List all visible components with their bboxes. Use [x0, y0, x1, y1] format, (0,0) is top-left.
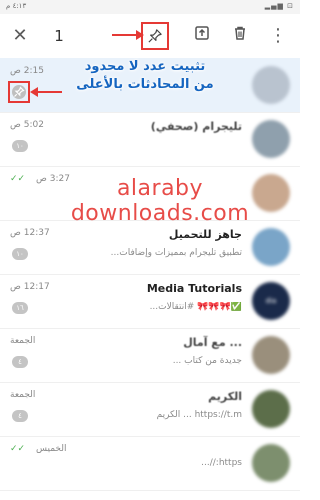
chat-row[interactable]: جاهز للتحميل تطبيق تليجرام بمميزات وإضاف…: [0, 220, 300, 275]
chat-name: تليجرام (صحفي): [150, 120, 242, 133]
more-options-icon[interactable]: ⋮: [266, 14, 290, 58]
avatar: [252, 120, 290, 158]
close-icon[interactable]: ✕: [8, 14, 32, 58]
archive-icon[interactable]: [190, 14, 214, 58]
chat-time: الجمعة: [10, 336, 36, 346]
pin-icon[interactable]: [141, 22, 169, 50]
watermark: alaraby downloads.com: [70, 176, 250, 226]
avatar: [252, 336, 290, 374]
chat-preview: ✅🎀🎀🎀 #انتقالات...: [149, 302, 242, 312]
read-checks-icon: ✓✓: [10, 174, 26, 184]
arrow-to-pinned-chat: [34, 91, 62, 93]
selection-toolbar: ✕ 1 ⋮: [0, 14, 300, 59]
chat-row[interactable]: https://... ✓✓ الخميس: [0, 436, 300, 491]
unread-badge: ٤: [12, 356, 28, 368]
chat-row[interactable]: ... مع آمال جديدة من كتاب ... الجمعة ٤: [0, 328, 300, 383]
chat-preview: تطبيق تليجرام بمميزات وإضافات...: [110, 248, 242, 258]
callout-line-1: تثبيت عدد لا محدود: [84, 59, 206, 74]
pinned-chat-icon: [8, 81, 30, 103]
chat-name: جاهز للتحميل: [168, 228, 242, 241]
delete-icon[interactable]: [228, 14, 252, 58]
annotation-callout: تثبيت عدد لا محدود من المحادثات بالأعلى: [65, 58, 225, 94]
chat-row[interactable]: الكريم https://t.m ... الكريم الجمعة ٤: [0, 382, 300, 437]
chat-name: ... مع آمال: [183, 336, 242, 349]
chat-name: Media Tutorials: [146, 282, 242, 295]
chat-preview: https://t.m ... الكريم: [156, 410, 242, 420]
chat-name: الكريم: [208, 390, 242, 403]
callout-line-2: من المحادثات بالأعلى: [76, 77, 214, 92]
read-checks-icon: ✓✓: [10, 444, 26, 454]
status-time: ٤:١٣ م: [6, 2, 27, 10]
arrow-head-icon: [30, 87, 38, 97]
chat-preview: https://...: [201, 458, 242, 468]
avatar: [252, 390, 290, 428]
unread-badge: ٤: [12, 410, 28, 422]
avatar: [252, 228, 290, 266]
chat-row[interactable]: تليجرام (صحفي) 5:02 ص ١٠: [0, 112, 300, 167]
avatar: dia: [252, 282, 290, 320]
chat-time: 5:02 ص: [10, 120, 44, 130]
status-icons: ▂▄▆ ⊡: [264, 2, 294, 10]
avatar: [252, 444, 290, 482]
unread-badge: ١٠: [12, 140, 28, 152]
chat-time: الجمعة: [10, 390, 36, 400]
chat-time: 2:15 ص: [10, 66, 44, 76]
chat-preview: جديدة من كتاب ...: [172, 356, 242, 366]
avatar: [252, 66, 290, 104]
arrow-head-icon: [136, 30, 144, 40]
chat-time: 12:17 ص: [10, 282, 50, 292]
status-bar: ٤:١٣ م ▂▄▆ ⊡: [0, 0, 300, 14]
unread-badge: ١٠: [12, 248, 28, 260]
arrow-to-pin-button: [112, 34, 138, 36]
chat-time: الخميس: [36, 444, 67, 454]
selected-count: 1: [54, 27, 64, 45]
chat-time: 12:37 ص: [10, 228, 50, 238]
chat-row[interactable]: dia Media Tutorials ✅🎀🎀🎀 #انتقالات... 12…: [0, 274, 300, 329]
unread-badge: ١٦: [12, 302, 28, 314]
